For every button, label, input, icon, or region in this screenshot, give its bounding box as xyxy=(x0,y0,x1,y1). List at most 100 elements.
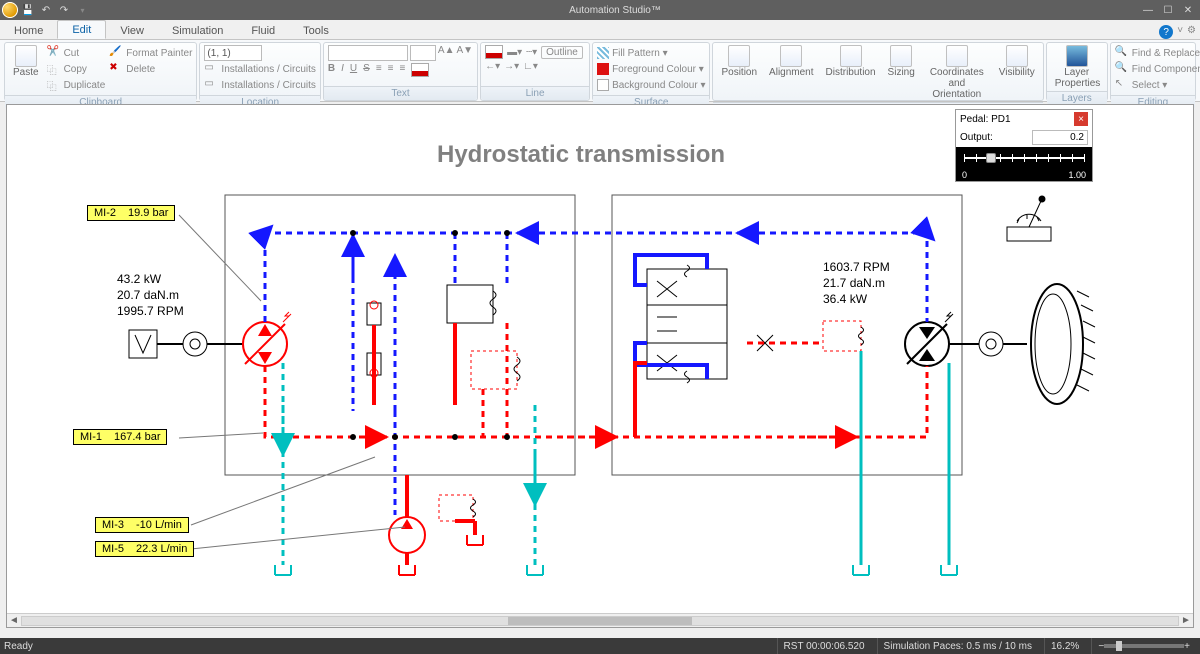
font-color-button[interactable] xyxy=(411,63,429,77)
find-component-button[interactable]: 🔍Find Component xyxy=(1115,61,1200,77)
help-icon[interactable]: ? xyxy=(1159,25,1173,39)
layer-properties-button[interactable]: Layer Properties xyxy=(1051,45,1103,89)
horizontal-scrollbar[interactable]: ◄ ► xyxy=(7,613,1193,627)
underline-button[interactable]: U xyxy=(350,63,357,77)
paste-icon xyxy=(15,45,37,67)
qat-undo-icon[interactable]: ↶ xyxy=(38,2,54,18)
arrow-start-button[interactable]: ←▾ xyxy=(485,61,500,72)
italic-button[interactable]: I xyxy=(341,63,344,77)
background-colour-button[interactable]: Background Colour ▾ xyxy=(597,77,705,93)
copy-icon: ⿻ xyxy=(47,62,61,76)
sizing-icon xyxy=(890,45,912,67)
font-size-field[interactable] xyxy=(410,45,436,61)
line-join-button[interactable]: ∟▾ xyxy=(523,61,538,72)
zoom-in-icon[interactable]: + xyxy=(1184,641,1190,652)
window-minimize-button[interactable]: — xyxy=(1140,2,1156,18)
brush-icon: 🖌️ xyxy=(109,46,123,60)
qat-dropdown-icon[interactable] xyxy=(74,2,90,18)
coord-field[interactable]: (1, 1) xyxy=(204,45,262,61)
scissors-icon: ✂️ xyxy=(47,46,61,60)
foreground-colour-button[interactable]: Foreground Colour ▾ xyxy=(597,61,705,77)
line-style-button[interactable]: ┄▾ xyxy=(526,47,537,58)
status-ready: Ready xyxy=(4,641,33,652)
ribbon-collapse-icon[interactable]: ˅ xyxy=(1177,25,1183,39)
visibility-button[interactable]: Visibility xyxy=(995,45,1039,78)
tab-view[interactable]: View xyxy=(106,22,158,39)
ribbon: Paste ✂️Cut ⿻Copy ⿻Duplicate 🖌️Format Pa… xyxy=(0,40,1200,102)
strike-button[interactable]: S xyxy=(363,63,370,77)
pedal-close-button[interactable]: × xyxy=(1074,112,1088,126)
tab-home[interactable]: Home xyxy=(0,22,57,39)
paste-button[interactable]: Paste xyxy=(9,45,43,78)
pedal-slider-thumb[interactable] xyxy=(986,153,996,163)
ribbon-group-layout: Position Alignment Distribution Sizing C… xyxy=(712,42,1043,101)
qat-save-icon[interactable]: 💾 xyxy=(20,2,36,18)
measure-tag-mi1[interactable]: MI-1167.4 bar xyxy=(73,429,167,445)
installations-2-button[interactable]: ▭Installations / Circuits xyxy=(204,77,315,93)
format-painter-button[interactable]: 🖌️Format Painter xyxy=(109,45,192,61)
find-replace-button[interactable]: 🔍Find & Replace Text xyxy=(1115,45,1200,61)
fill-pattern-button[interactable]: Fill Pattern ▾ xyxy=(597,45,705,61)
status-rst: RST 00:00:06.520 xyxy=(777,638,871,654)
select-button[interactable]: ↖Select ▾ xyxy=(1115,77,1200,93)
bold-button[interactable]: B xyxy=(328,63,335,77)
shrink-font-button[interactable]: A▼ xyxy=(456,45,473,61)
scroll-right-button[interactable]: ► xyxy=(1179,615,1193,626)
status-zoom-value: 16.2% xyxy=(1044,638,1085,654)
align-right-button[interactable]: ≡ xyxy=(400,63,406,77)
align-center-button[interactable]: ≡ xyxy=(388,63,394,77)
circuit-icon: ▭ xyxy=(204,78,218,92)
tab-fluid[interactable]: Fluid xyxy=(237,22,289,39)
circuit-icon: ▭ xyxy=(204,62,218,76)
alignment-button[interactable]: Alignment xyxy=(765,45,817,78)
pedal-window[interactable]: Pedal: PD1 × Output: 01.00 xyxy=(955,109,1093,182)
sizing-button[interactable]: Sizing xyxy=(884,45,919,78)
coords-orientation-button[interactable]: Coordinates and Orientation xyxy=(923,45,991,100)
font-family-field[interactable] xyxy=(328,45,408,61)
measure-tag-mi2[interactable]: MI-219.9 bar xyxy=(87,205,175,221)
search-component-icon: 🔍 xyxy=(1115,62,1129,76)
line-color-button[interactable] xyxy=(485,45,503,59)
eye-icon xyxy=(1006,45,1028,67)
pedal-slider[interactable]: 01.00 xyxy=(956,147,1092,181)
window-title: Automation Studio™ xyxy=(90,5,1140,16)
ribbon-group-line: ▬▾ ┄▾ Outline ←▾ →▾ ∟▾ Line xyxy=(480,42,590,101)
tab-simulation[interactable]: Simulation xyxy=(158,22,237,39)
status-zoom-slider[interactable]: − + xyxy=(1091,638,1196,654)
pedal-output-label: Output: xyxy=(960,132,993,143)
pedal-window-title: Pedal: PD1 xyxy=(960,114,1011,125)
ribbon-group-label: Line xyxy=(481,86,589,100)
ribbon-more-icon[interactable]: ⚙ xyxy=(1187,25,1196,39)
tab-edit[interactable]: Edit xyxy=(57,20,106,39)
scroll-left-button[interactable]: ◄ xyxy=(7,615,21,626)
cut-button[interactable]: ✂️Cut xyxy=(47,45,106,61)
ribbon-group-label: Text xyxy=(324,86,477,100)
arrow-end-button[interactable]: →▾ xyxy=(504,61,519,72)
outline-toggle[interactable]: Outline xyxy=(541,46,583,59)
distribution-icon xyxy=(840,45,862,67)
ribbon-group-location: (1, 1) ▭Installations / Circuits ▭Instal… xyxy=(199,42,320,101)
grow-font-button[interactable]: A▲ xyxy=(438,45,455,61)
tab-tools[interactable]: Tools xyxy=(289,22,343,39)
scroll-track[interactable] xyxy=(21,616,1179,626)
line-weight-button[interactable]: ▬▾ xyxy=(507,47,522,58)
duplicate-button[interactable]: ⿻Duplicate xyxy=(47,77,106,93)
measure-tag-mi3[interactable]: MI-3-10 L/min xyxy=(95,517,189,533)
pedal-output-field[interactable] xyxy=(1032,130,1088,145)
position-button[interactable]: Position xyxy=(717,45,761,78)
copy-button[interactable]: ⿻Copy xyxy=(47,61,106,77)
duplicate-icon: ⿻ xyxy=(47,78,61,92)
delete-icon: ✖ xyxy=(109,62,123,76)
scroll-thumb[interactable] xyxy=(508,617,693,625)
ribbon-group-editing: 🔍Find & Replace Text 🔍Find Component ↖Se… xyxy=(1110,42,1196,101)
qat-redo-icon[interactable]: ↷ xyxy=(56,2,72,18)
measure-tag-mi5[interactable]: MI-522.3 L/min xyxy=(95,541,194,557)
diagram-canvas[interactable]: Hydrostatic transmission xyxy=(7,105,1193,613)
window-close-button[interactable]: ✕ xyxy=(1180,2,1196,18)
installations-1-button[interactable]: ▭Installations / Circuits xyxy=(204,61,315,77)
align-left-button[interactable]: ≡ xyxy=(376,63,382,77)
distribution-button[interactable]: Distribution xyxy=(822,45,880,78)
delete-button[interactable]: ✖Delete xyxy=(109,61,192,77)
title-bar: 💾 ↶ ↷ Automation Studio™ — ☐ ✕ xyxy=(0,0,1200,20)
window-maximize-button[interactable]: ☐ xyxy=(1160,2,1176,18)
